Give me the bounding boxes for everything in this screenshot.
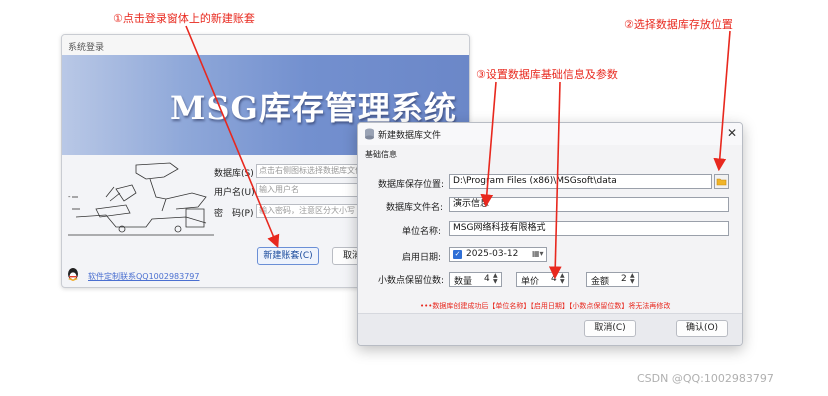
arrow-step1 bbox=[185, 25, 280, 248]
csdn-watermark: CSDN @QQ:1002983797 bbox=[637, 372, 774, 385]
arrow-step2 bbox=[713, 30, 731, 172]
annotation-arrows bbox=[185, 25, 731, 280]
arrow-step3a bbox=[480, 81, 497, 208]
arrow-step3b bbox=[548, 81, 562, 280]
